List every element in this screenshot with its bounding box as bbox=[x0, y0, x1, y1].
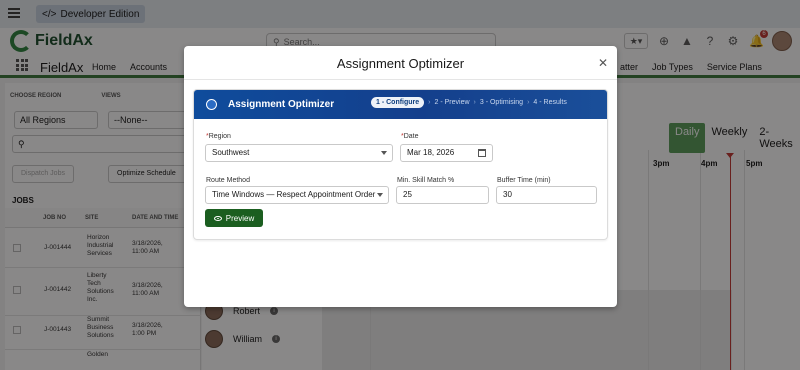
assignment-optimizer-modal: Assignment Optimizer ✕ Assignment Optimi… bbox=[184, 46, 617, 307]
card-header-band: Assignment Optimizer 1 - Configure › 2 -… bbox=[194, 90, 607, 119]
calendar-icon[interactable] bbox=[478, 149, 486, 157]
date-value: Mar 18, 2026 bbox=[407, 148, 455, 157]
modal-header: Assignment Optimizer ✕ bbox=[184, 46, 617, 80]
buffer-time-input[interactable]: 30 bbox=[496, 186, 597, 204]
chevron-down-icon bbox=[377, 193, 383, 197]
step-separator-icon: › bbox=[527, 99, 530, 106]
route-method-value: Time Windows — Respect Appointment Order bbox=[212, 190, 376, 199]
region-value: Southwest bbox=[212, 148, 250, 157]
route-method-label: Route Method bbox=[206, 177, 250, 184]
region-label-text: Region bbox=[208, 133, 231, 140]
date-input[interactable]: Mar 18, 2026 bbox=[400, 144, 493, 162]
preview-button-label: Preview bbox=[225, 213, 255, 223]
wizard-steps: 1 - Configure › 2 - Preview › 3 - Optimi… bbox=[371, 97, 567, 108]
route-method-select[interactable]: Time Windows — Respect Appointment Order bbox=[205, 186, 389, 204]
step-separator-icon: › bbox=[428, 99, 431, 106]
region-field-label: *Region bbox=[206, 133, 231, 140]
skill-match-input[interactable]: 25 bbox=[396, 186, 489, 204]
preview-button[interactable]: Preview bbox=[205, 209, 263, 227]
region-select[interactable]: Southwest bbox=[205, 144, 393, 162]
step-configure[interactable]: 1 - Configure bbox=[371, 97, 425, 108]
modal-title: Assignment Optimizer bbox=[336, 56, 465, 71]
buffer-time-label: Buffer Time (min) bbox=[497, 177, 551, 184]
card-title: Assignment Optimizer bbox=[228, 99, 335, 110]
eye-icon bbox=[213, 215, 222, 221]
close-icon[interactable]: ✕ bbox=[598, 56, 608, 70]
date-label-text: Date bbox=[403, 133, 419, 140]
skill-match-label: Min. Skill Match % bbox=[397, 177, 455, 184]
step-optimising[interactable]: 3 - Optimising bbox=[480, 99, 523, 106]
step-preview[interactable]: 2 - Preview bbox=[435, 99, 470, 106]
step-results[interactable]: 4 - Results bbox=[533, 99, 566, 106]
optimizer-icon bbox=[206, 99, 217, 110]
date-field-label: *Date bbox=[401, 133, 419, 140]
optimizer-card: Assignment Optimizer 1 - Configure › 2 -… bbox=[193, 89, 608, 240]
chevron-down-icon bbox=[381, 151, 387, 155]
step-separator-icon: › bbox=[473, 99, 476, 106]
